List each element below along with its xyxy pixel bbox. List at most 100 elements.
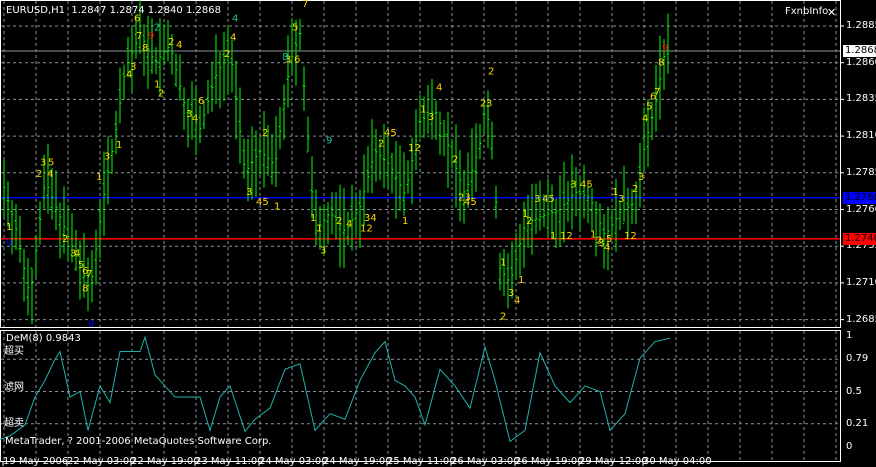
td-count-label: 3 — [534, 194, 540, 205]
price-axis-label: 1.2785 — [846, 166, 876, 178]
td-count-label: 45 — [256, 197, 269, 208]
time-axis-label: 23 May 11:00 — [195, 456, 264, 467]
td-count-label: 4 — [192, 113, 198, 124]
td-count-label: 4 — [436, 83, 442, 94]
td-count-label: 1 — [96, 172, 102, 183]
td-count-label: 1 — [6, 222, 12, 233]
td-count-label: 4 — [176, 40, 182, 51]
td-count-label: 4 — [74, 248, 80, 259]
td-count-label: 7 — [302, 0, 308, 10]
td-count-label: 1 — [310, 213, 316, 224]
td-count-label: 1 — [550, 231, 556, 242]
td-count-label: 12 — [408, 143, 421, 154]
price-axis-label: 1.2860 — [846, 56, 876, 68]
level-filter-label: 滤网 — [4, 382, 24, 393]
chart-canvas[interactable]: 3 52 412345678311347862 4123 4624345 123 65713… — [0, 0, 876, 467]
td-count-label: 8 — [142, 43, 148, 54]
td-count-label: 7 — [654, 87, 660, 98]
td-count-label: 2 — [452, 155, 458, 166]
indicator-axis-label: 1 — [846, 330, 853, 341]
symbol-label: EURUSD,H1 — [6, 5, 66, 16]
td-count-label: 8 — [82, 284, 88, 295]
td-count-label: 2 — [336, 216, 342, 227]
high-value: 1.2874 — [109, 5, 145, 16]
td-count-label: 7 — [136, 31, 142, 42]
td-count-label: 3 — [570, 179, 576, 190]
time-axis-label: 22 May 03:00 — [67, 456, 136, 467]
fxnbinfo-label: FxnbInfo — [785, 6, 829, 17]
td-count-label: 3 — [428, 112, 434, 123]
td-count-label: 8 — [658, 58, 664, 69]
td-special-label: 8 — [282, 52, 288, 63]
td-count-label: 6 — [198, 96, 204, 107]
td-special-label: 9 — [662, 43, 668, 54]
indicator-axis-label: 0.21 — [846, 417, 869, 429]
td-count-label: 45 — [580, 179, 593, 190]
indicator-axis-label: 0.5 — [846, 385, 862, 397]
td-count-label: 2 — [378, 138, 384, 149]
close-icon[interactable]: ✕ — [827, 6, 836, 19]
td-count-label: 2 — [224, 49, 230, 60]
level-oversold-label: 超卖 — [4, 418, 24, 429]
td-count-label: 4 — [230, 33, 236, 44]
td-count-label: 3 — [638, 172, 644, 183]
td-count-label: 1 — [116, 140, 122, 151]
copyright-text: MetaTrader, ? 2001-2006 MetaQuotes Softw… — [5, 436, 272, 447]
td-count-label: 4 — [47, 169, 53, 180]
indicator-title: DeM(8) 0.9843 — [6, 333, 81, 344]
price-axis-label: 1.2685 — [846, 313, 876, 325]
price-axis-label: 1.2760 — [846, 203, 876, 215]
td-count-label: 2 — [262, 128, 268, 139]
level-overbought-label: 超买 — [4, 346, 24, 357]
td-count-label: 1 — [420, 105, 426, 116]
td-special-label: 9 — [6, 238, 12, 249]
price-axis-label: 1.2810 — [846, 130, 876, 142]
td-count-label: 45 — [542, 194, 555, 205]
td-count-label: 4 — [642, 113, 648, 124]
td-count-label: 1 — [518, 275, 524, 286]
time-axis-label: 30 May 04:00 — [643, 456, 712, 467]
td-count-label: 45 — [384, 128, 397, 139]
price-tag: 1.2768 — [843, 191, 876, 204]
price-axis-label: 1.2835 — [846, 93, 876, 105]
dem-indicator-line — [0, 335, 671, 443]
td-count-label: 2 — [158, 88, 164, 99]
td-count-label: 1 — [274, 202, 280, 213]
low-value: 1.2840 — [147, 5, 183, 16]
td-special-label: 9 — [88, 319, 94, 330]
td-count-label: 3 — [320, 246, 326, 257]
td-count-label: 12 — [560, 231, 573, 242]
td-count-label: 2 — [526, 216, 532, 227]
td-count-label: 45 — [464, 197, 477, 208]
time-axis-label: 22 May 19:00 — [131, 456, 200, 467]
td-count-label: 3 — [40, 157, 46, 168]
time-axis-label: 24 May 03:00 — [259, 456, 328, 467]
td-count-label: 2 — [500, 312, 506, 323]
td-special-label: 9 — [326, 135, 332, 146]
price-axis-label: 1.2710 — [846, 276, 876, 288]
td-count-label: 7 — [86, 269, 92, 280]
td-count-label: 2 — [62, 234, 68, 245]
price-tag: 1.2868 — [843, 44, 876, 57]
td-count-label: 3 — [246, 187, 252, 198]
td-count-label: 1 — [500, 257, 506, 268]
time-axis-label: 26 May 03:00 — [451, 456, 520, 467]
td-special-label: 2 — [154, 22, 160, 33]
td-special-label: 4 — [232, 14, 238, 25]
td-count-label: 2 — [168, 37, 174, 48]
chart-header: EURUSD,H1 1.2847 1.2874 1.2840 1.2868 — [6, 5, 221, 17]
td-count-label: 4 — [126, 69, 132, 80]
td-count-label: 5 — [646, 102, 652, 113]
open-value: 1.2847 — [71, 5, 107, 16]
td-count-label: 3 — [486, 99, 492, 110]
td-count-label: 4 — [514, 295, 520, 306]
td-count-label: 2 — [488, 66, 494, 77]
td-count-label: 1 — [316, 224, 322, 235]
td-count-label: 5 — [606, 234, 612, 245]
time-axis-label: 19 May 2006 — [3, 456, 69, 467]
price-axis-label: 1.2885 — [846, 20, 876, 31]
close-value: 1.2868 — [185, 5, 221, 16]
td-count-label: 5 — [48, 157, 54, 168]
td-count-label: 5 — [292, 22, 298, 33]
time-axis-label: 26 May 19:00 — [515, 456, 584, 467]
